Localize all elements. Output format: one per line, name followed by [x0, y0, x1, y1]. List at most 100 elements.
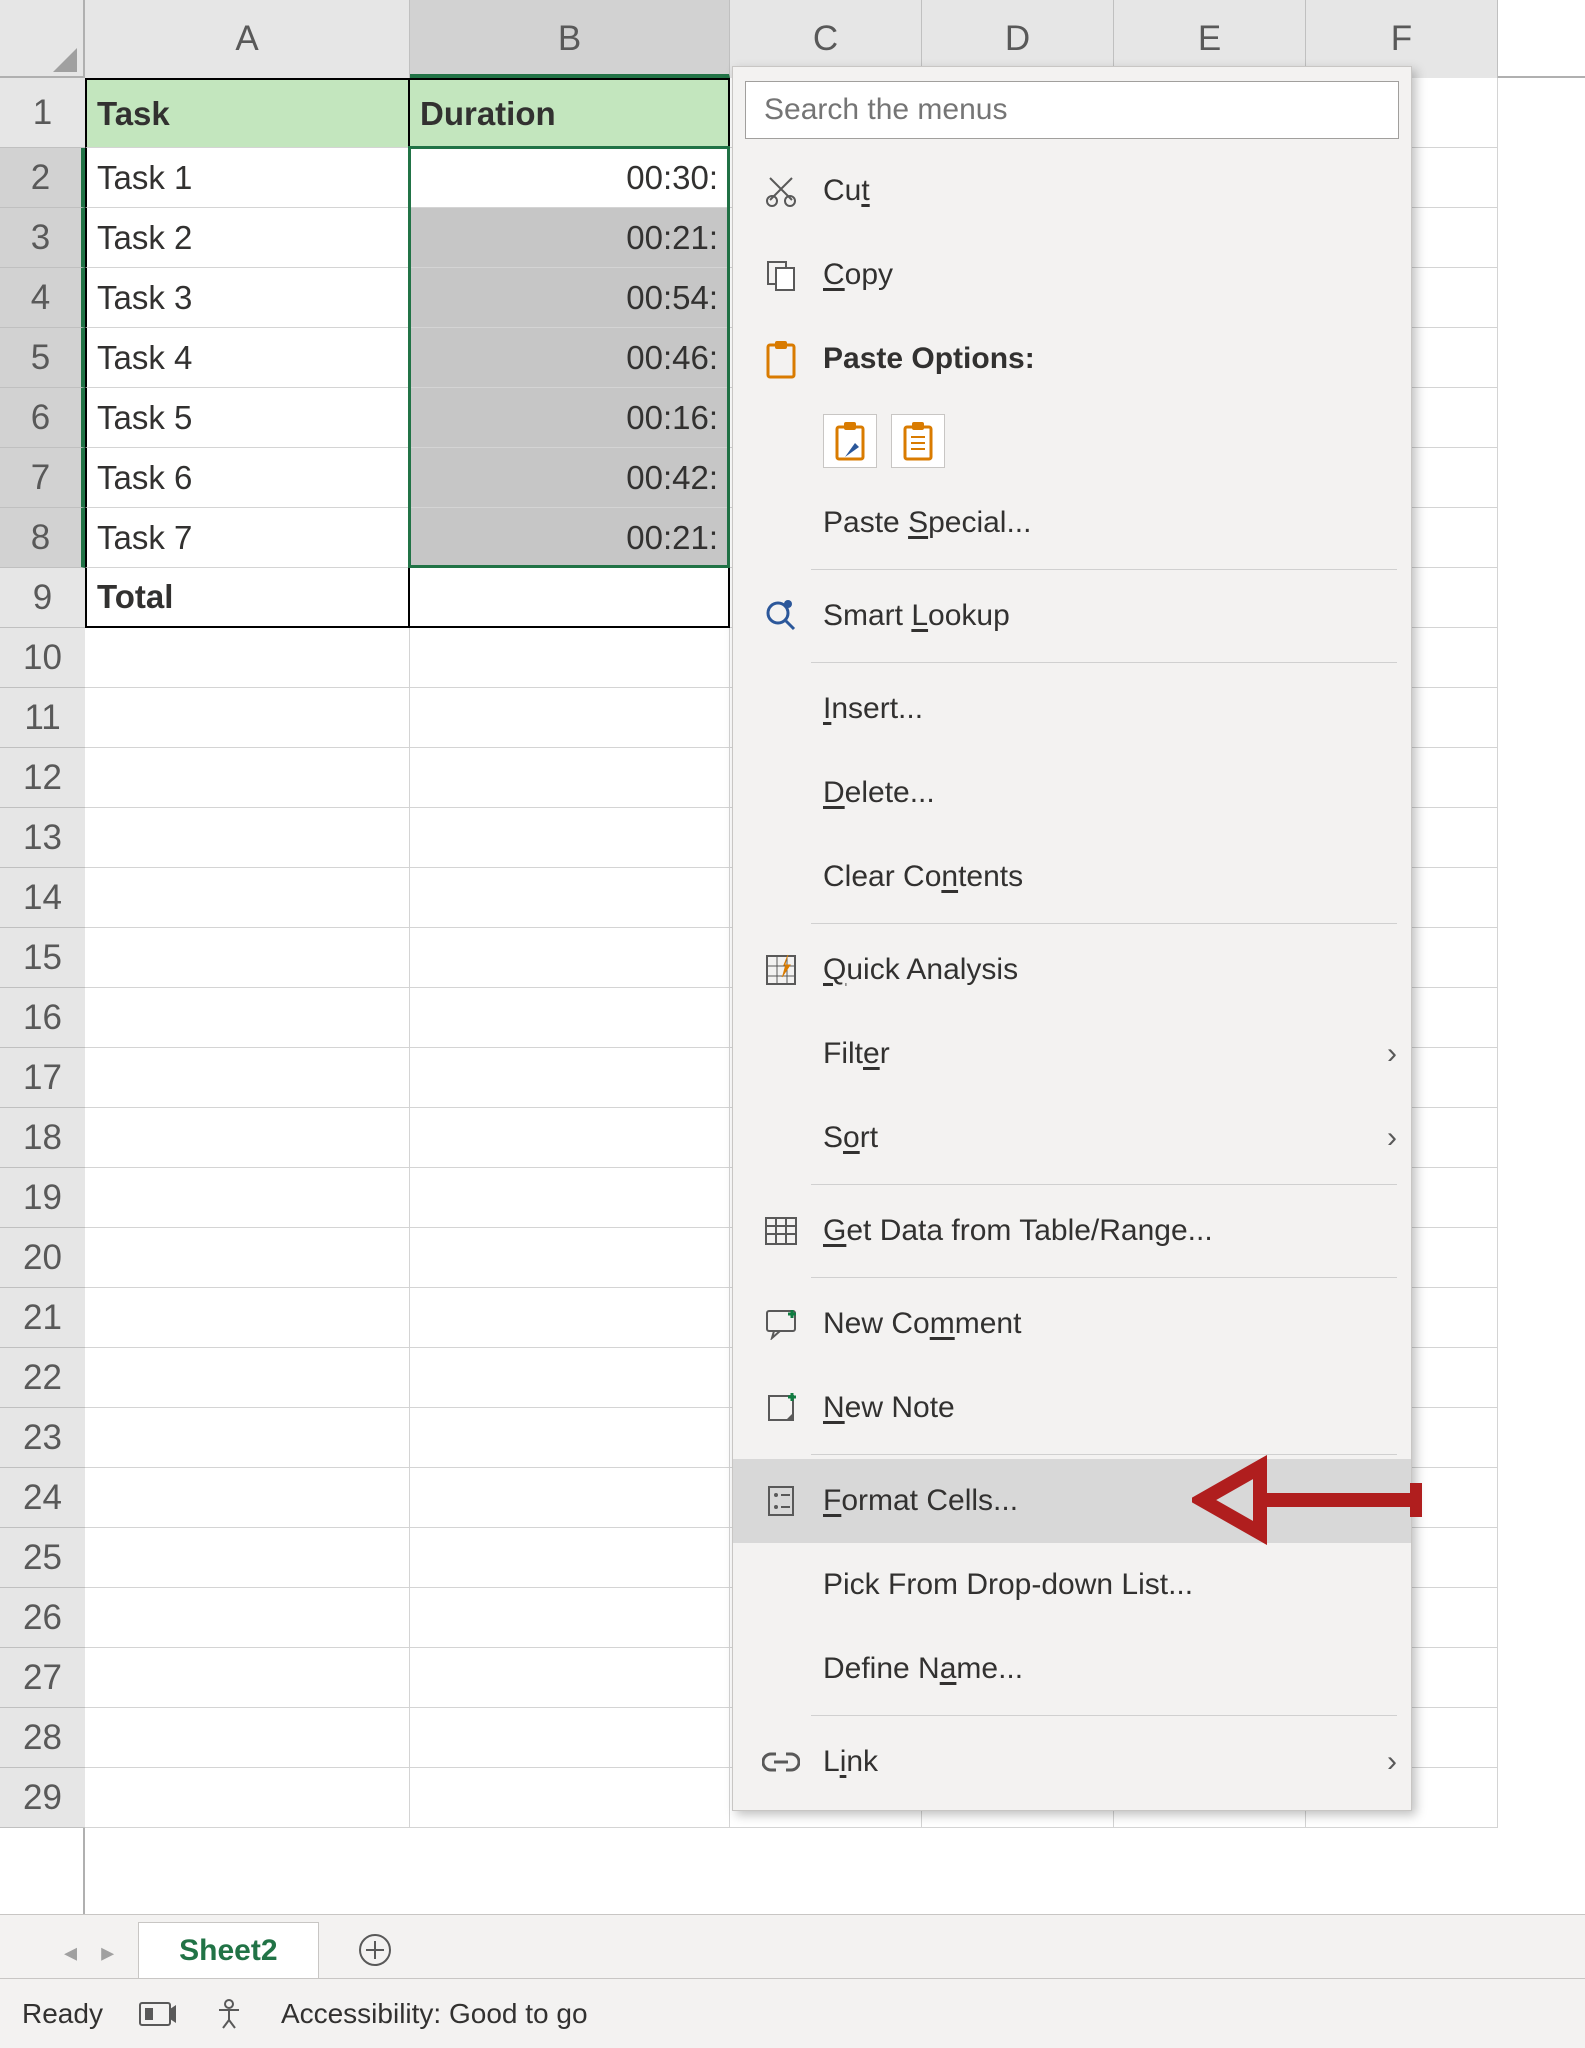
cell-A15[interactable] [85, 928, 410, 988]
menu-item-cut[interactable]: Cut [733, 149, 1411, 233]
cell-B28[interactable] [410, 1708, 730, 1768]
cell-A23[interactable] [85, 1408, 410, 1468]
cell-B19[interactable] [410, 1168, 730, 1228]
cell-A14[interactable] [85, 868, 410, 928]
row-header-27[interactable]: 27 [0, 1648, 85, 1708]
cell-A3[interactable]: Task 2 [85, 208, 410, 268]
row-header-20[interactable]: 20 [0, 1228, 85, 1288]
row-header-24[interactable]: 24 [0, 1468, 85, 1528]
cell-A6[interactable]: Task 5 [85, 388, 410, 448]
cell-B25[interactable] [410, 1528, 730, 1588]
cell-A12[interactable] [85, 748, 410, 808]
menu-search-input[interactable] [745, 81, 1399, 139]
new-sheet-button[interactable] [349, 1924, 401, 1976]
cell-A17[interactable] [85, 1048, 410, 1108]
cell-B1[interactable]: Duration [410, 78, 730, 148]
cell-B24[interactable] [410, 1468, 730, 1528]
cell-B2[interactable]: 00:30: [410, 148, 730, 208]
row-header-2[interactable]: 2 [0, 148, 85, 208]
macro-recorder-icon[interactable] [139, 1999, 177, 2029]
cell-A25[interactable] [85, 1528, 410, 1588]
row-header-29[interactable]: 29 [0, 1768, 85, 1828]
cell-B7[interactable]: 00:42: [410, 448, 730, 508]
paste-brush-button[interactable] [823, 414, 877, 468]
menu-item-new-comment[interactable]: New Comment [733, 1282, 1411, 1366]
cell-B27[interactable] [410, 1648, 730, 1708]
row-header-19[interactable]: 19 [0, 1168, 85, 1228]
row-header-5[interactable]: 5 [0, 328, 85, 388]
row-header-25[interactable]: 25 [0, 1528, 85, 1588]
row-header-22[interactable]: 22 [0, 1348, 85, 1408]
cell-B14[interactable] [410, 868, 730, 928]
cell-A20[interactable] [85, 1228, 410, 1288]
cell-A9[interactable]: Total [85, 568, 410, 628]
menu-item-insert[interactable]: Insert... [733, 667, 1411, 751]
cell-B16[interactable] [410, 988, 730, 1048]
menu-item-link[interactable]: Link› [733, 1720, 1411, 1804]
cell-A13[interactable] [85, 808, 410, 868]
cell-B3[interactable]: 00:21: [410, 208, 730, 268]
row-header-17[interactable]: 17 [0, 1048, 85, 1108]
cell-A4[interactable]: Task 3 [85, 268, 410, 328]
cell-B9[interactable] [410, 568, 730, 628]
cell-A22[interactable] [85, 1348, 410, 1408]
menu-item-paste-special[interactable]: Paste Special... [733, 481, 1411, 565]
menu-item-new-note[interactable]: New Note [733, 1366, 1411, 1450]
cell-A28[interactable] [85, 1708, 410, 1768]
cell-A10[interactable] [85, 628, 410, 688]
menu-item-define-name[interactable]: Define Name... [733, 1627, 1411, 1711]
row-header-23[interactable]: 23 [0, 1408, 85, 1468]
sheet-tab-active[interactable]: Sheet2 [138, 1922, 318, 1978]
sheet-nav-next[interactable]: ▸ [101, 1937, 114, 1968]
row-header-28[interactable]: 28 [0, 1708, 85, 1768]
cell-B4[interactable]: 00:54: [410, 268, 730, 328]
row-header-1[interactable]: 1 [0, 78, 85, 148]
menu-item-quick-analysis[interactable]: Quick Analysis [733, 928, 1411, 1012]
row-header-6[interactable]: 6 [0, 388, 85, 448]
row-header-7[interactable]: 7 [0, 448, 85, 508]
cell-B20[interactable] [410, 1228, 730, 1288]
row-header-18[interactable]: 18 [0, 1108, 85, 1168]
cell-B26[interactable] [410, 1588, 730, 1648]
row-header-3[interactable]: 3 [0, 208, 85, 268]
row-header-15[interactable]: 15 [0, 928, 85, 988]
cell-B29[interactable] [410, 1768, 730, 1828]
menu-item-filter[interactable]: Filter› [733, 1012, 1411, 1096]
cell-A11[interactable] [85, 688, 410, 748]
cell-A27[interactable] [85, 1648, 410, 1708]
cell-A26[interactable] [85, 1588, 410, 1648]
cell-B17[interactable] [410, 1048, 730, 1108]
menu-item-smart-lookup[interactable]: Smart Lookup [733, 574, 1411, 658]
cell-A24[interactable] [85, 1468, 410, 1528]
cell-A18[interactable] [85, 1108, 410, 1168]
column-header-A[interactable]: A [85, 0, 410, 78]
row-header-9[interactable]: 9 [0, 568, 85, 628]
row-header-13[interactable]: 13 [0, 808, 85, 868]
row-header-4[interactable]: 4 [0, 268, 85, 328]
cell-B18[interactable] [410, 1108, 730, 1168]
row-header-21[interactable]: 21 [0, 1288, 85, 1348]
sheet-nav-prev[interactable]: ◂ [64, 1937, 77, 1968]
menu-item-get-data-from-table-range[interactable]: Get Data from Table/Range... [733, 1189, 1411, 1273]
column-header-B[interactable]: B [410, 0, 730, 78]
menu-item-paste-options[interactable]: Paste Options: [733, 317, 1411, 401]
cell-A29[interactable] [85, 1768, 410, 1828]
cell-A7[interactable]: Task 6 [85, 448, 410, 508]
row-header-8[interactable]: 8 [0, 508, 85, 568]
cell-B5[interactable]: 00:46: [410, 328, 730, 388]
cell-B22[interactable] [410, 1348, 730, 1408]
cell-A16[interactable] [85, 988, 410, 1048]
cell-A5[interactable]: Task 4 [85, 328, 410, 388]
accessibility-icon[interactable] [213, 1998, 245, 2030]
select-all-corner[interactable] [0, 0, 85, 78]
cell-B8[interactable]: 00:21: [410, 508, 730, 568]
cell-B6[interactable]: 00:16: [410, 388, 730, 448]
cell-B12[interactable] [410, 748, 730, 808]
menu-item-delete[interactable]: Delete... [733, 751, 1411, 835]
menu-item-pick-from-drop-down-list[interactable]: Pick From Drop-down List... [733, 1543, 1411, 1627]
cell-B23[interactable] [410, 1408, 730, 1468]
cell-A2[interactable]: Task 1 [85, 148, 410, 208]
menu-item-clear-contents[interactable]: Clear Contents [733, 835, 1411, 919]
cell-B21[interactable] [410, 1288, 730, 1348]
row-header-10[interactable]: 10 [0, 628, 85, 688]
